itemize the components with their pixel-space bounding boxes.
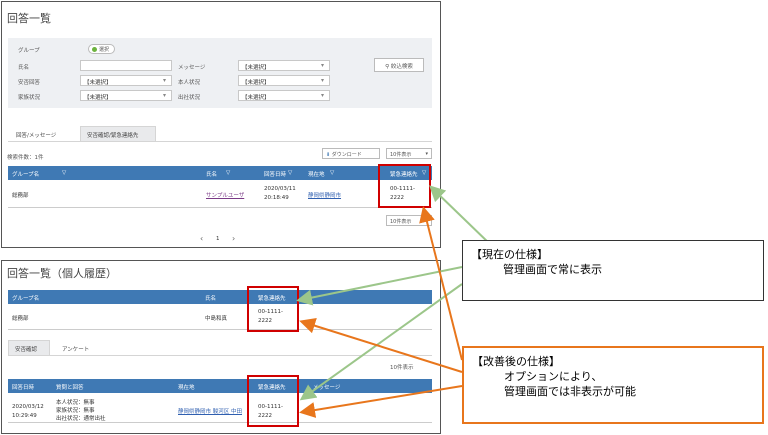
office-select[interactable]: 【未選択】 — [238, 90, 330, 101]
col-location[interactable]: 現在地 — [308, 170, 325, 178]
callout-improved-line1: オプションにより、 — [504, 370, 603, 383]
perpage-label: 10件表示 — [390, 365, 414, 371]
filter-search-button[interactable]: ⚲ 絞込検索 — [374, 58, 424, 72]
page-number[interactable]: 1 — [216, 236, 220, 242]
callout-current-body: 管理画面で常に表示 — [503, 263, 602, 276]
col-name: 氏名 — [205, 296, 217, 302]
chevron-down-icon: ▾ — [163, 92, 167, 99]
tab-messages[interactable]: 回答/メッセージ — [8, 127, 78, 141]
chevron-down-icon: ▾ — [321, 92, 325, 99]
col-group[interactable]: グループ名 — [12, 170, 39, 178]
history-table-header: 回答日時 質問と回答 現在地 緊急連絡先 メッセージ — [8, 379, 432, 393]
highlight-emergency-contact — [247, 375, 299, 427]
page-title: 回答一覧 — [7, 12, 51, 25]
download-button[interactable]: ⬇ ダウンロード — [322, 148, 380, 159]
callout-improved-spec: 【改善後の仕様】 オプションにより、 管理画面では非表示が可能 — [462, 346, 764, 424]
callout-improved-title: 【改善後の仕様】 — [472, 355, 560, 368]
safety-label: 安否回答 — [18, 80, 41, 86]
col-date: 回答日時 — [12, 385, 35, 391]
chevron-down-icon: ▾ — [425, 151, 428, 157]
callout-improved-line2: 管理画面では非表示が可能 — [504, 385, 636, 398]
filter-panel: グループ 選択 氏名 メッセージ 【未選択】 ▾ 安否回答 【未選択】 ▾ 本人… — [8, 38, 432, 108]
row-group: 総務部 — [12, 193, 29, 199]
name-input[interactable] — [80, 60, 172, 71]
message-label: メッセージ — [178, 65, 206, 71]
history-panel: 回答一覧（個人履歴） グループ名 氏名 緊急連絡先 総務部 中島和真 00-11… — [1, 260, 441, 434]
col-group: グループ名 — [12, 296, 40, 302]
chevron-down-icon: ▾ — [321, 62, 325, 69]
row-time: 20:18:49 — [264, 195, 289, 201]
arrow-current-to-top — [429, 185, 493, 247]
select-group-button[interactable]: 選択 — [88, 44, 115, 54]
tab-divider — [8, 355, 432, 356]
tab-survey[interactable]: アンケート — [56, 341, 106, 355]
perpage-select-top[interactable]: 10件表示 ▾ — [386, 148, 432, 159]
callout-current-title: 【現在の仕様】 — [471, 248, 548, 261]
col-location: 現在地 — [178, 385, 195, 391]
safety-select[interactable]: 【未選択】 — [80, 75, 172, 86]
sort-icon: ▽ — [288, 170, 293, 176]
message-select[interactable]: 【未選択】 — [238, 60, 330, 71]
row-date: 2020/03/12 — [12, 404, 44, 410]
table-row: 総務部 サンプルユーザ 2020/03/11 20:18:49 静岡県静岡市 0… — [8, 180, 432, 208]
col-name[interactable]: 氏名 — [206, 170, 217, 178]
name-label: 氏名 — [18, 65, 30, 71]
col-message: メッセージ — [313, 385, 341, 391]
prev-page-icon[interactable]: ‹ — [200, 234, 203, 243]
person-select[interactable]: 【未選択】 — [238, 75, 330, 86]
tab-divider — [8, 141, 432, 142]
highlight-emergency-contact — [247, 286, 299, 332]
row-name: 中島和真 — [205, 316, 228, 322]
answer-list-panel: 回答一覧 グループ 選択 氏名 メッセージ 【未選択】 ▾ 安否回答 【未選択】… — [1, 1, 441, 248]
group-label: グループ — [18, 48, 40, 54]
office-label: 出社状況 — [178, 95, 201, 101]
sort-icon: ▽ — [226, 170, 231, 176]
col-qa: 質問と回答 — [56, 385, 84, 391]
row-location-link[interactable]: 静岡県静岡市 — [308, 191, 341, 199]
sort-icon: ▽ — [62, 170, 67, 176]
family-label: 家族状況 — [18, 95, 41, 101]
table-row: 2020/03/12 10:29:49 本人状況：無事 家族状況：無事 出社状況… — [8, 393, 432, 423]
chevron-down-icon: ▾ — [163, 77, 167, 84]
row-answer-office: 出社状況：通常出社 — [56, 416, 106, 422]
row-name-link[interactable]: サンプルユーザ — [206, 191, 244, 199]
sort-icon: ▽ — [330, 170, 335, 176]
row-location-link[interactable]: 静岡県静岡市 駿河区 中田 — [178, 407, 242, 415]
user-table-header: グループ名 氏名 緊急連絡先 — [8, 290, 432, 304]
tab-safety[interactable]: 安否確認 — [8, 340, 50, 355]
perpage-select-bottom[interactable]: 10件表示 ▾ — [386, 215, 432, 226]
col-date[interactable]: 回答日時 — [264, 170, 286, 178]
chevron-down-icon: ▾ — [321, 77, 325, 84]
results-table-header: グループ名 ▽ 氏名 ▽ 回答日時 ▽ 現在地 ▽ 緊急連絡先 ▽ — [8, 166, 432, 180]
tab-safety-contact[interactable]: 安否確認/緊急連絡先 — [80, 126, 156, 141]
row-group: 総務部 — [12, 316, 29, 322]
table-row: 総務部 中島和真 00-1111- 2222 — [8, 304, 432, 330]
row-time: 10:29:49 — [12, 413, 37, 419]
history-title: 回答一覧（個人履歴） — [7, 267, 117, 280]
next-page-icon[interactable]: › — [232, 234, 235, 243]
highlight-emergency-contact — [378, 164, 431, 208]
callout-current-spec: 【現在の仕様】 管理画面で常に表示 — [462, 240, 764, 301]
row-date: 2020/03/11 — [264, 186, 296, 192]
radio-icon — [92, 47, 97, 52]
chevron-down-icon: ▾ — [425, 218, 428, 224]
person-label: 本人状況 — [178, 80, 201, 86]
family-select[interactable]: 【未選択】 — [80, 90, 172, 101]
row-answer-family: 家族状況：無事 — [56, 408, 95, 414]
result-count: 検索件数：1件 — [7, 155, 44, 161]
row-answer-person: 本人状況：無事 — [56, 400, 95, 406]
